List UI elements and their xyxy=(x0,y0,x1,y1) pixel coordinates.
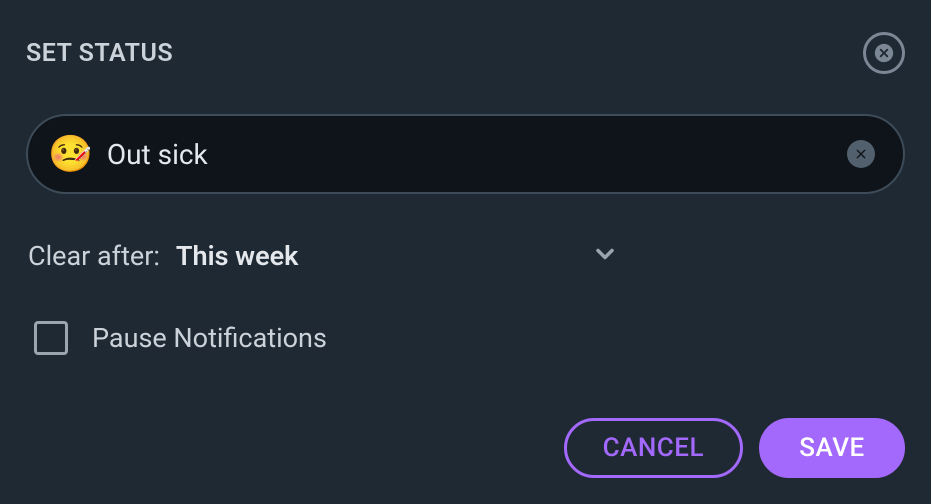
clear-after-value: This week xyxy=(176,240,299,272)
pause-notifications-row: Pause Notifications xyxy=(26,321,905,355)
save-button[interactable]: SAVE xyxy=(759,418,905,478)
chevron-down-icon xyxy=(591,240,619,268)
close-icon xyxy=(853,146,869,162)
status-input[interactable] xyxy=(107,138,833,171)
pause-notifications-label: Pause Notifications xyxy=(92,322,327,354)
close-icon xyxy=(873,42,895,64)
clear-after-row[interactable]: Clear after: This week xyxy=(26,234,905,277)
dialog-header: SET STATUS xyxy=(26,32,905,74)
clear-after-label: Clear after: xyxy=(28,240,160,272)
clear-after-dropdown-button[interactable] xyxy=(585,234,625,277)
dialog-footer: CANCEL SAVE xyxy=(26,418,905,478)
dialog-title: SET STATUS xyxy=(26,39,173,68)
clear-status-button[interactable] xyxy=(847,140,875,168)
cancel-button[interactable]: CANCEL xyxy=(564,418,743,478)
close-button[interactable] xyxy=(863,32,905,74)
pause-notifications-checkbox[interactable] xyxy=(34,321,68,355)
status-emoji[interactable]: 🤒 xyxy=(48,136,93,172)
status-input-container: 🤒 xyxy=(26,114,905,194)
